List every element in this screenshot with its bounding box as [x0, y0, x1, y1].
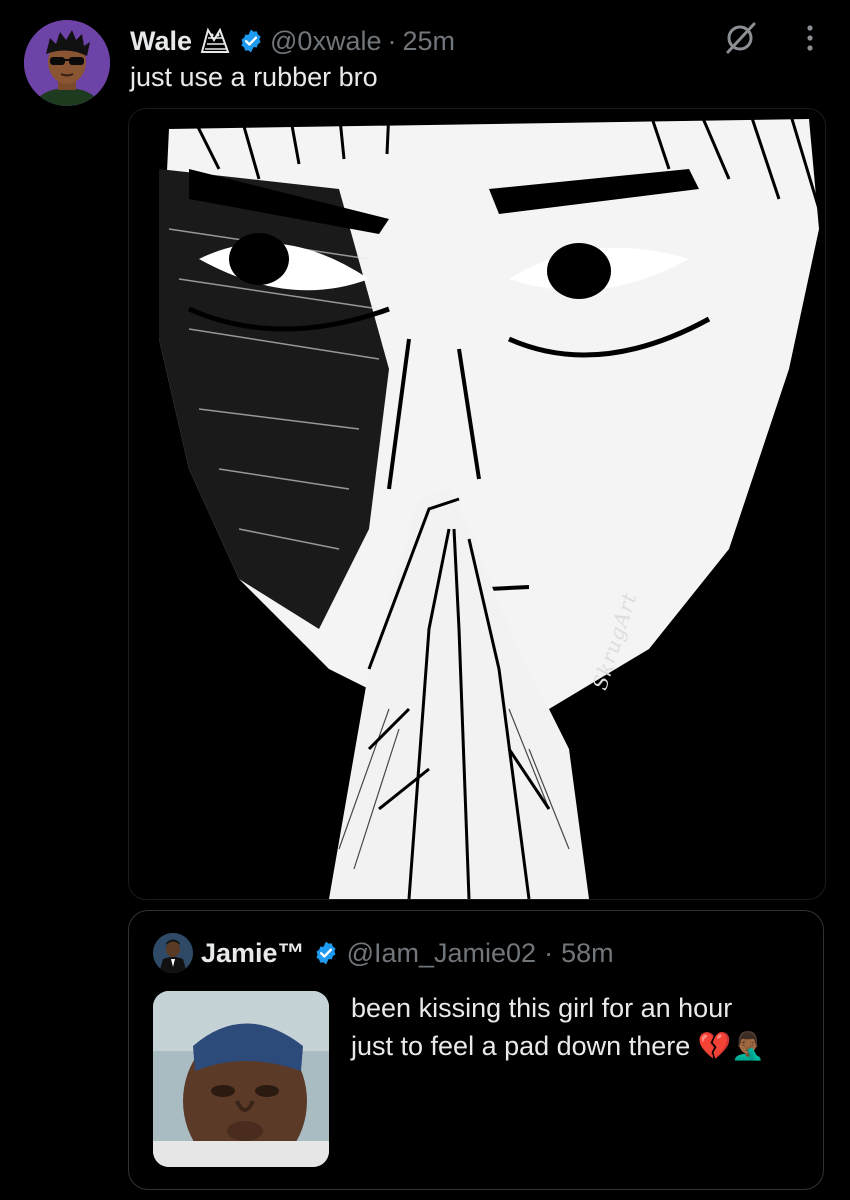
quoted-avatar-illustration [153, 933, 193, 973]
tweet: Wale @0xwale · 25m just use a rubber bro… [0, 0, 850, 1200]
separator-dot: · [544, 937, 554, 968]
verified-badge-icon [313, 940, 339, 966]
quoted-tweet[interactable]: Jamie™ @Iam_Jamie02 · 58m been kissing t… [128, 910, 824, 1190]
quoted-tweet-header: Jamie™ @Iam_Jamie02 · 58m [153, 933, 614, 973]
author-name[interactable]: Wale [130, 26, 192, 57]
tweet-header: Wale @0xwale · 25m [130, 24, 455, 58]
quoted-author-avatar[interactable] [153, 933, 193, 973]
quoted-tweet-line-1: been kissing this girl for an hour [351, 993, 733, 1023]
separator-dot: · [387, 25, 397, 56]
quoted-tweet-text: been kissing this girl for an hour just … [351, 989, 791, 1065]
quoted-author-handle[interactable]: @Iam_Jamie02 [347, 938, 537, 969]
ovo-owl-icon [198, 26, 232, 56]
tweet-time[interactable]: 25m [402, 26, 455, 57]
avatar-illustration [24, 20, 110, 106]
quoted-tweet-time[interactable]: 58m [561, 938, 614, 969]
manga-illustration-image [129, 109, 825, 899]
author-avatar[interactable] [24, 20, 110, 106]
man-photo-thumbnail [153, 991, 329, 1167]
author-handle[interactable]: @0xwale [270, 26, 381, 57]
quoted-author-name[interactable]: Jamie™ [201, 938, 305, 969]
quoted-tweet-line-2: just to feel a pad down there 💔🤦🏾‍♂️ [351, 1031, 765, 1061]
verified-badge-icon [238, 28, 264, 54]
grok-icon[interactable] [722, 20, 758, 56]
tweet-media[interactable]: SkrugArt [128, 108, 826, 900]
more-options-icon[interactable] [796, 20, 824, 56]
quoted-tweet-media[interactable] [153, 991, 329, 1167]
tweet-text: just use a rubber bro [130, 62, 378, 92]
